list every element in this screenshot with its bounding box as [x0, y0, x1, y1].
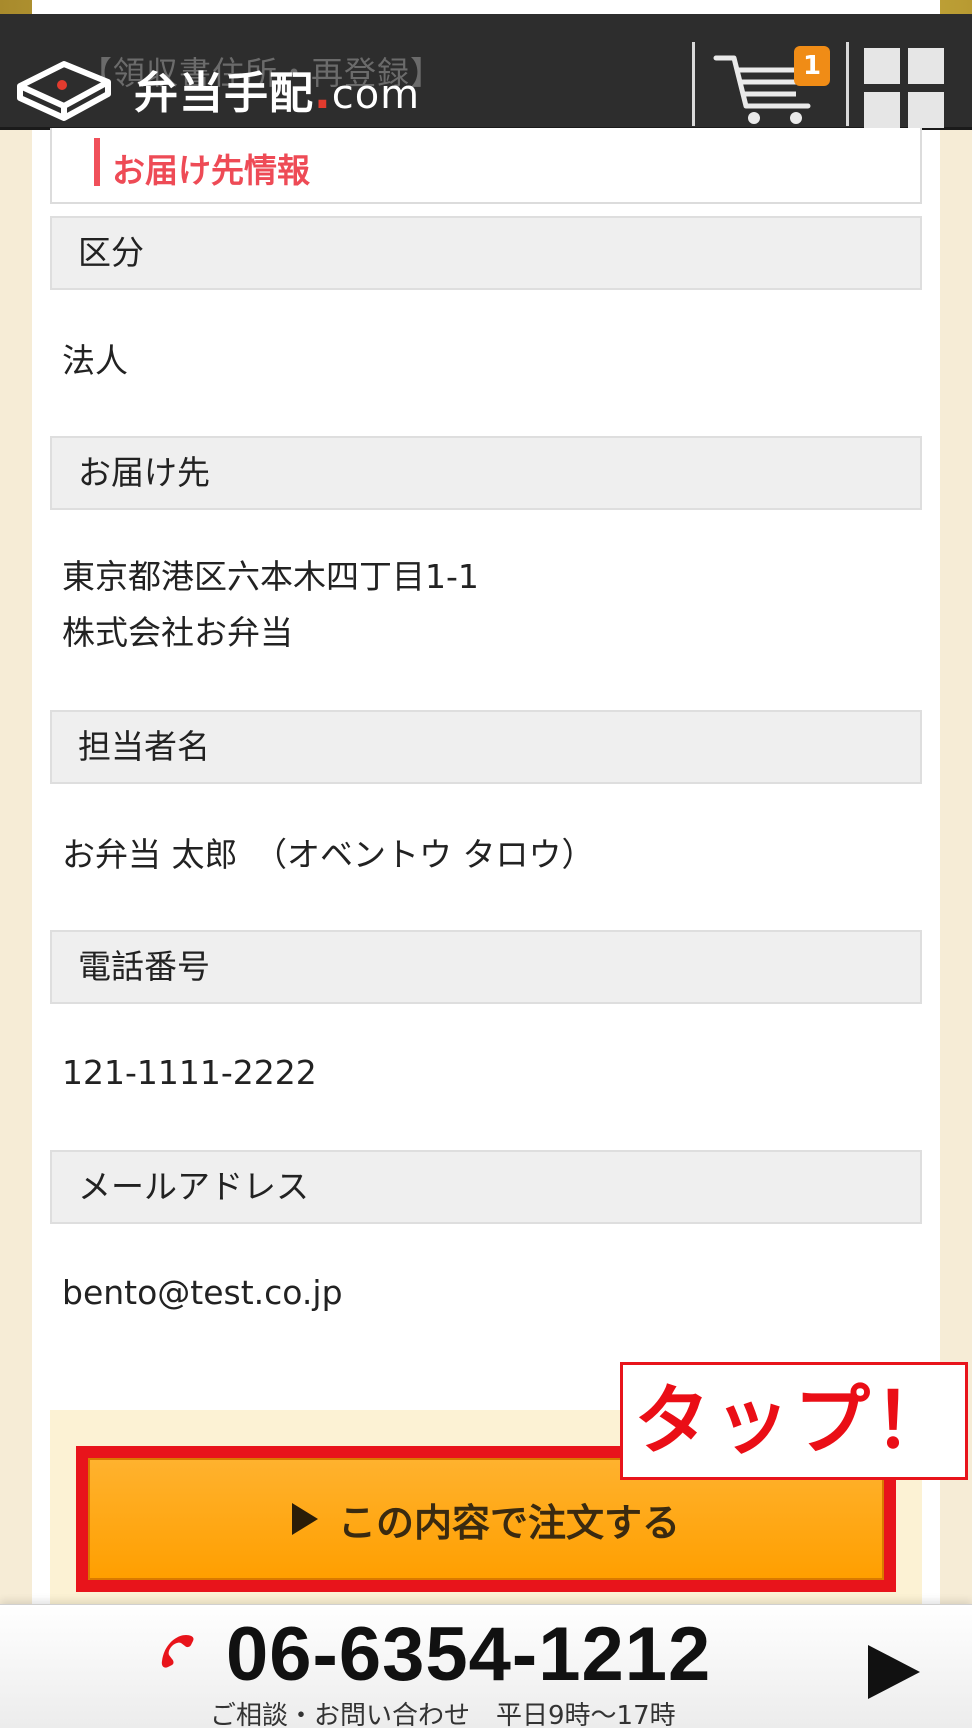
field-value-category: 法人: [62, 341, 128, 380]
bento-box-logo-icon: [17, 61, 111, 121]
field-label-destination: お届け先: [50, 436, 922, 510]
field-value-phone: 121-1111-2222: [62, 1053, 317, 1092]
field-value-address: 東京都港区六本木四丁目1-1: [62, 557, 479, 596]
logo-name: 弁当手配: [134, 68, 314, 119]
field-label-email: メールアドレス: [50, 1150, 922, 1224]
place-order-label: この内容で注文する: [337, 1500, 680, 1545]
tap-callout: タップ！: [620, 1362, 968, 1480]
field-label-phone: 電話番号: [50, 930, 922, 1004]
grid-menu-icon[interactable]: [864, 48, 946, 128]
field-value-contact-name: お弁当 太郎 （オベントウ タロウ）: [62, 835, 595, 874]
section-heading: お届け先情報: [50, 128, 922, 204]
field-value-email: bento@test.co.jp: [62, 1273, 343, 1312]
arrow-right-icon[interactable]: [868, 1645, 920, 1699]
site-header: 【領収書住所・再登録】 弁当手配.com 1: [0, 14, 972, 130]
logo-com: com: [331, 72, 421, 118]
logo-wordmark: 弁当手配.com: [134, 57, 420, 121]
header-divider: [692, 42, 695, 126]
site-logo[interactable]: 弁当手配.com: [12, 54, 420, 124]
field-label-category: 区分: [50, 216, 922, 290]
header-divider: [846, 42, 849, 126]
contact-footer[interactable]: 06-6354-1212 ご相談・お問い合わせ 平日9時〜17時: [0, 1604, 972, 1728]
phone-icon: [161, 1635, 194, 1668]
field-value-company: 株式会社お弁当: [62, 613, 293, 652]
phone-caption: ご相談・お問い合わせ 平日9時〜17時: [210, 1701, 676, 1728]
section-title: お届け先情報: [112, 151, 310, 190]
logo-dot: .: [314, 68, 332, 119]
section-accent-bar: [94, 138, 100, 186]
field-label-contact-name: 担当者名: [50, 710, 922, 784]
phone-number[interactable]: 06-6354-1212: [226, 1611, 711, 1698]
cart-count-badge: 1: [794, 46, 830, 86]
play-triangle-icon: [291, 1503, 318, 1535]
